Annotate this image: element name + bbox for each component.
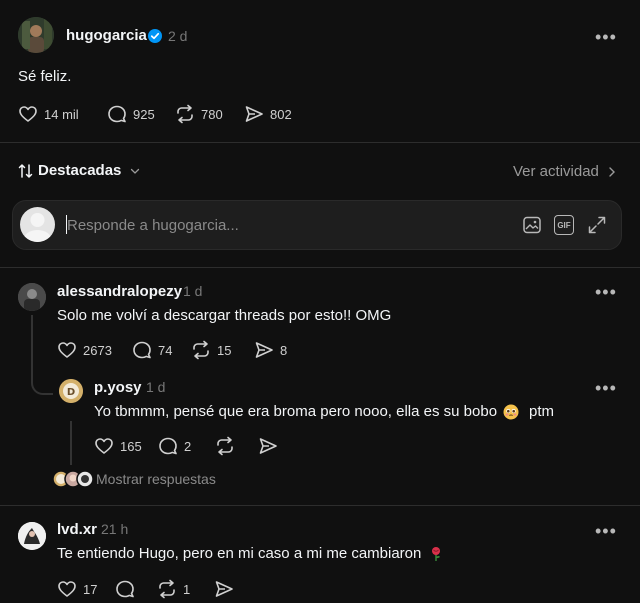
sort-arrows-icon (18, 163, 33, 178)
comment-reply-button[interactable]: 74 (132, 340, 172, 360)
comment-author-avatar[interactable] (18, 283, 46, 311)
comment-icon (133, 341, 151, 359)
sort-dropdown[interactable]: Destacadas (18, 162, 141, 179)
heart-icon (58, 581, 76, 597)
post-like-count: 14 mil (44, 106, 79, 122)
post-repost-count: 780 (201, 106, 223, 122)
repost-icon (217, 436, 233, 456)
show-replies-label: Mostrar respuestas (96, 471, 216, 487)
reply-author-avatar[interactable]: D (59, 379, 83, 403)
comment-reply-button[interactable] (115, 579, 135, 599)
repost-icon (193, 340, 209, 360)
comment-text: Te entiendo Hugo, pero en mi caso a mi m… (57, 545, 422, 562)
repost-icon (159, 579, 175, 599)
verified-badge-icon (148, 29, 162, 43)
comment-text-line: Te entiendo Hugo, pero en mi caso a mi m… (57, 545, 443, 562)
reply-input[interactable] (67, 213, 487, 237)
comment-time: 1 d (183, 283, 203, 299)
comment-repost-button[interactable]: 1 (157, 579, 190, 599)
comment-share-button[interactable]: 8 (254, 340, 287, 360)
post-reply-button[interactable]: 925 (107, 104, 155, 124)
post-like-button[interactable]: 14 mil (18, 104, 79, 124)
comment-author-avatar[interactable] (18, 522, 46, 550)
comment-reply-count: 74 (158, 342, 173, 358)
reply-author-username[interactable]: p.yosy (94, 379, 142, 396)
comment-icon (159, 437, 177, 455)
comment-repost-button[interactable]: 15 (191, 340, 231, 360)
view-activity-label: Ver actividad (513, 163, 599, 180)
reply-text-end: ptm (529, 403, 555, 420)
send-icon (255, 342, 273, 358)
reply-text-line: Yo tbmmm, pensé que era broma pero nooo,… (94, 403, 554, 420)
comment-more-options-icon[interactable]: ••• (595, 522, 617, 540)
sort-label: Destacadas (38, 162, 122, 179)
gif-label: GIF (557, 220, 571, 230)
gif-button[interactable]: GIF (554, 215, 574, 235)
pleading-face-emoji-icon (503, 404, 519, 419)
comment-share-count: 8 (280, 342, 288, 358)
post-repost-button[interactable]: 780 (175, 104, 223, 124)
reply-like-count: 165 (120, 438, 142, 454)
replier-avatars-icon (52, 470, 94, 488)
comment-repost-count: 15 (217, 342, 232, 358)
post-text: Sé feliz. (18, 68, 72, 85)
repost-icon (177, 104, 193, 124)
comment-text: Solo me volví a descargar threads por es… (57, 307, 392, 324)
view-activity-link[interactable]: Ver actividad (513, 163, 617, 180)
divider (0, 267, 640, 268)
comment-repost-count: 1 (183, 581, 191, 597)
comment-like-button[interactable]: 2673 (57, 340, 112, 360)
reply-thread-line (70, 421, 72, 465)
comment-like-count: 17 (83, 581, 98, 597)
reply-more-options-icon[interactable]: ••• (595, 379, 617, 397)
comment-like-button[interactable]: 17 (57, 579, 97, 599)
post-author-username[interactable]: hugogarcia (66, 27, 147, 44)
comment-time: 21 h (101, 521, 129, 537)
send-icon (215, 581, 233, 597)
heart-icon (95, 438, 113, 454)
post-share-button[interactable]: 802 (244, 104, 292, 124)
comment-icon (108, 105, 126, 123)
divider (0, 505, 640, 506)
svg-text:D: D (67, 387, 75, 398)
reply-repost-button[interactable] (215, 436, 235, 456)
show-replies-button[interactable]: Mostrar respuestas (52, 470, 216, 488)
comment-author-username[interactable]: lvd.xr (57, 521, 97, 538)
reply-reply-count: 2 (184, 438, 192, 454)
send-icon (259, 438, 277, 454)
heart-icon (19, 106, 37, 122)
rose-emoji-icon (432, 546, 441, 561)
heart-icon (58, 342, 76, 358)
thread-connector (31, 315, 53, 395)
divider (0, 142, 640, 143)
comment-share-button[interactable] (214, 579, 234, 599)
comment-author-username[interactable]: alessandralopezy (57, 283, 182, 300)
send-icon (245, 106, 263, 122)
reply-reply-button[interactable]: 2 (158, 436, 191, 456)
reply-share-button[interactable] (258, 436, 278, 456)
comment-more-options-icon[interactable]: ••• (595, 283, 617, 301)
chevron-down-icon (131, 168, 140, 174)
post-more-options-icon[interactable]: ••• (595, 28, 617, 46)
post-reply-count: 925 (133, 106, 155, 122)
image-attach-icon[interactable] (522, 215, 542, 240)
comment-icon (116, 580, 134, 598)
post-share-count: 802 (270, 106, 292, 122)
post-time: 2 d (168, 28, 188, 44)
expand-icon[interactable] (587, 215, 607, 240)
reply-like-button[interactable]: 165 (94, 436, 142, 456)
reply-time: 1 d (146, 379, 166, 395)
post-author-avatar[interactable] (18, 17, 54, 53)
comment-like-count: 2673 (83, 342, 112, 358)
current-user-avatar (20, 207, 55, 242)
reply-text: Yo tbmmm, pensé que era broma pero nooo,… (94, 403, 498, 420)
chevron-right-icon (609, 166, 615, 177)
